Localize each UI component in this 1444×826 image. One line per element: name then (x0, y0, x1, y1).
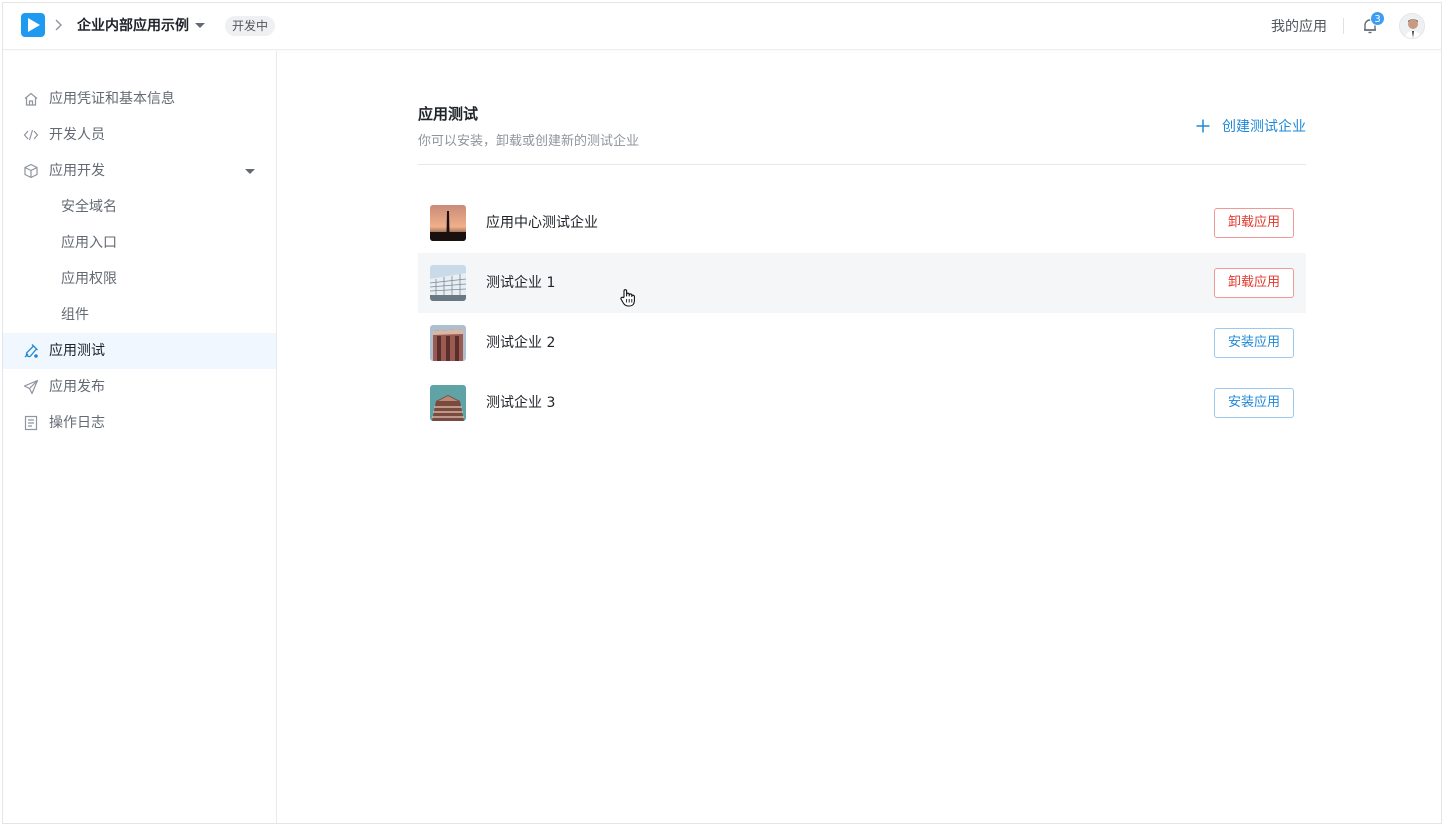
org-thumbnail (430, 265, 466, 301)
page-title: 应用测试 (418, 105, 479, 123)
sidebar-item-app-development[interactable]: 应用开发 (3, 153, 276, 189)
sidebar: 应用凭证和基本信息 开发人员 应用开发 安全域名 应用入口 应用权限 组件 应用… (3, 51, 277, 823)
app-logo-icon[interactable] (21, 13, 45, 37)
sidebar-item-label: 应用发布 (49, 379, 105, 395)
sidebar-item-app-release[interactable]: 应用发布 (3, 369, 276, 405)
sidebar-item-label: 组件 (61, 307, 89, 323)
chevron-down-icon[interactable] (245, 169, 255, 174)
send-icon (23, 379, 39, 395)
org-thumbnail (430, 205, 466, 241)
create-test-org-label: 创建测试企业 (1222, 119, 1306, 135)
sidebar-item-label: 应用测试 (49, 343, 105, 359)
sidebar-item-credentials[interactable]: 应用凭证和基本信息 (3, 81, 276, 117)
notification-count-badge: 3 (1370, 11, 1385, 26)
org-name: 测试企业 1 (486, 275, 556, 291)
org-row: 应用中心测试企业 卸载应用 (418, 193, 1306, 253)
create-test-org-button[interactable]: 创建测试企业 (1196, 115, 1306, 137)
org-name: 测试企业 3 (486, 395, 556, 411)
status-badge: 开发中 (225, 16, 276, 36)
org-name: 应用中心测试企业 (486, 215, 598, 231)
user-avatar[interactable] (1399, 13, 1425, 39)
log-icon (24, 415, 38, 431)
divider (418, 164, 1306, 165)
plus-icon (1196, 119, 1210, 133)
page-description: 你可以安装，卸载或创建新的测试企业 (418, 134, 640, 149)
app-name[interactable]: 企业内部应用示例 (77, 16, 189, 36)
sidebar-item-label: 应用入口 (61, 235, 117, 251)
app-window: 企业内部应用示例 开发中 我的应用 3 应用凭证和基本信息 开发人员 应用开发 … (2, 2, 1442, 824)
my-apps-link[interactable]: 我的应用 (1271, 17, 1327, 37)
sidebar-item-label: 应用权限 (61, 271, 117, 287)
org-thumbnail (430, 385, 466, 421)
app-switch-caret-icon[interactable] (195, 23, 205, 28)
sidebar-item-operation-log[interactable]: 操作日志 (3, 405, 276, 441)
cube-icon (24, 163, 38, 179)
top-bar: 企业内部应用示例 开发中 我的应用 3 (3, 3, 1441, 50)
sidebar-item-components[interactable]: 组件 (3, 297, 276, 333)
header-divider (1343, 18, 1344, 34)
uninstall-app-button[interactable]: 卸载应用 (1214, 208, 1294, 238)
sidebar-item-label: 操作日志 (49, 415, 105, 431)
sidebar-item-security-domain[interactable]: 安全域名 (3, 189, 276, 225)
org-row: 测试企业 1 卸载应用 (418, 253, 1306, 313)
sidebar-item-app-entry[interactable]: 应用入口 (3, 225, 276, 261)
sidebar-item-label: 应用凭证和基本信息 (49, 91, 175, 107)
sidebar-item-app-permissions[interactable]: 应用权限 (3, 261, 276, 297)
breadcrumb-chevron-icon (55, 19, 62, 31)
sidebar-item-developers[interactable]: 开发人员 (3, 117, 276, 153)
org-row: 测试企业 2 安装应用 (418, 313, 1306, 373)
home-icon (24, 92, 38, 106)
sidebar-item-app-testing[interactable]: 应用测试 (3, 333, 276, 369)
org-thumbnail (430, 325, 466, 361)
install-app-button[interactable]: 安装应用 (1214, 388, 1294, 418)
uninstall-app-button[interactable]: 卸载应用 (1214, 268, 1294, 298)
code-icon (23, 129, 39, 141)
sidebar-item-label: 应用开发 (49, 163, 105, 179)
main-content: 应用测试 你可以安装，卸载或创建新的测试企业 创建测试企业 应用中心测试企业 卸 (278, 51, 1441, 823)
org-row: 测试企业 3 安装应用 (418, 373, 1306, 433)
org-name: 测试企业 2 (486, 335, 556, 351)
install-app-button[interactable]: 安装应用 (1214, 328, 1294, 358)
test-tube-icon (24, 344, 38, 358)
sidebar-item-label: 开发人员 (49, 127, 105, 143)
hand-cursor-icon (620, 289, 635, 307)
sidebar-item-label: 安全域名 (61, 199, 117, 215)
